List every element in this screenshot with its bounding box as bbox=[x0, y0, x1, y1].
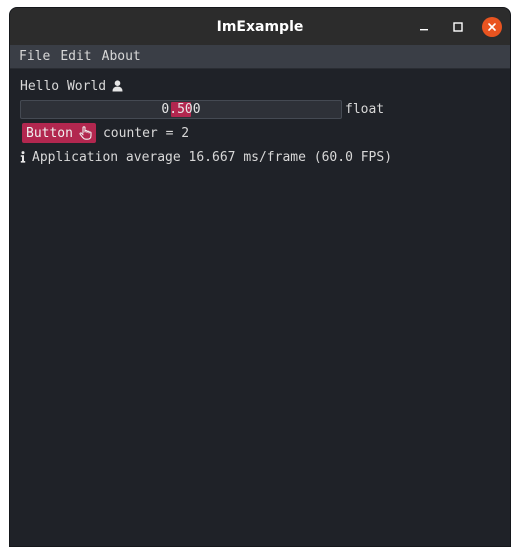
button-row: Button counter = 2 bbox=[20, 121, 510, 145]
maximize-button[interactable] bbox=[448, 17, 468, 37]
slider-value: 0.500 bbox=[161, 101, 201, 117]
hello-row: Hello World bbox=[20, 75, 510, 97]
minimize-icon bbox=[420, 29, 428, 31]
hand-pointer-icon bbox=[79, 126, 92, 140]
close-button[interactable] bbox=[482, 17, 502, 37]
menu-edit[interactable]: Edit bbox=[55, 45, 96, 68]
slider-row: 0.500 float bbox=[20, 97, 510, 121]
title-bar[interactable]: ImExample bbox=[10, 8, 510, 45]
window-controls bbox=[400, 17, 502, 37]
counter-text: counter = 2 bbox=[102, 125, 190, 141]
menu-about[interactable]: About bbox=[97, 45, 146, 68]
info-icon bbox=[20, 151, 26, 163]
user-icon bbox=[112, 80, 123, 92]
hello-text: Hello World bbox=[20, 78, 107, 94]
maximize-icon bbox=[453, 22, 463, 32]
status-text: Application average 16.667 ms/frame (60.… bbox=[32, 149, 393, 165]
main-content: Hello World 0.500 float Button counter =… bbox=[10, 69, 510, 169]
menu-file[interactable]: File bbox=[14, 45, 55, 68]
button-label: Button bbox=[26, 125, 73, 141]
app-window: ImExample File Edit About Hello World 0.… bbox=[9, 7, 511, 547]
minimize-button[interactable] bbox=[414, 17, 434, 37]
close-icon bbox=[488, 23, 496, 31]
menu-bar: File Edit About bbox=[10, 45, 510, 69]
float-slider[interactable]: 0.500 bbox=[20, 99, 342, 119]
window-title: ImExample bbox=[216, 18, 304, 35]
status-row: Application average 16.667 ms/frame (60.… bbox=[20, 145, 510, 169]
main-button[interactable]: Button bbox=[22, 123, 96, 143]
slider-label: float bbox=[345, 101, 385, 117]
